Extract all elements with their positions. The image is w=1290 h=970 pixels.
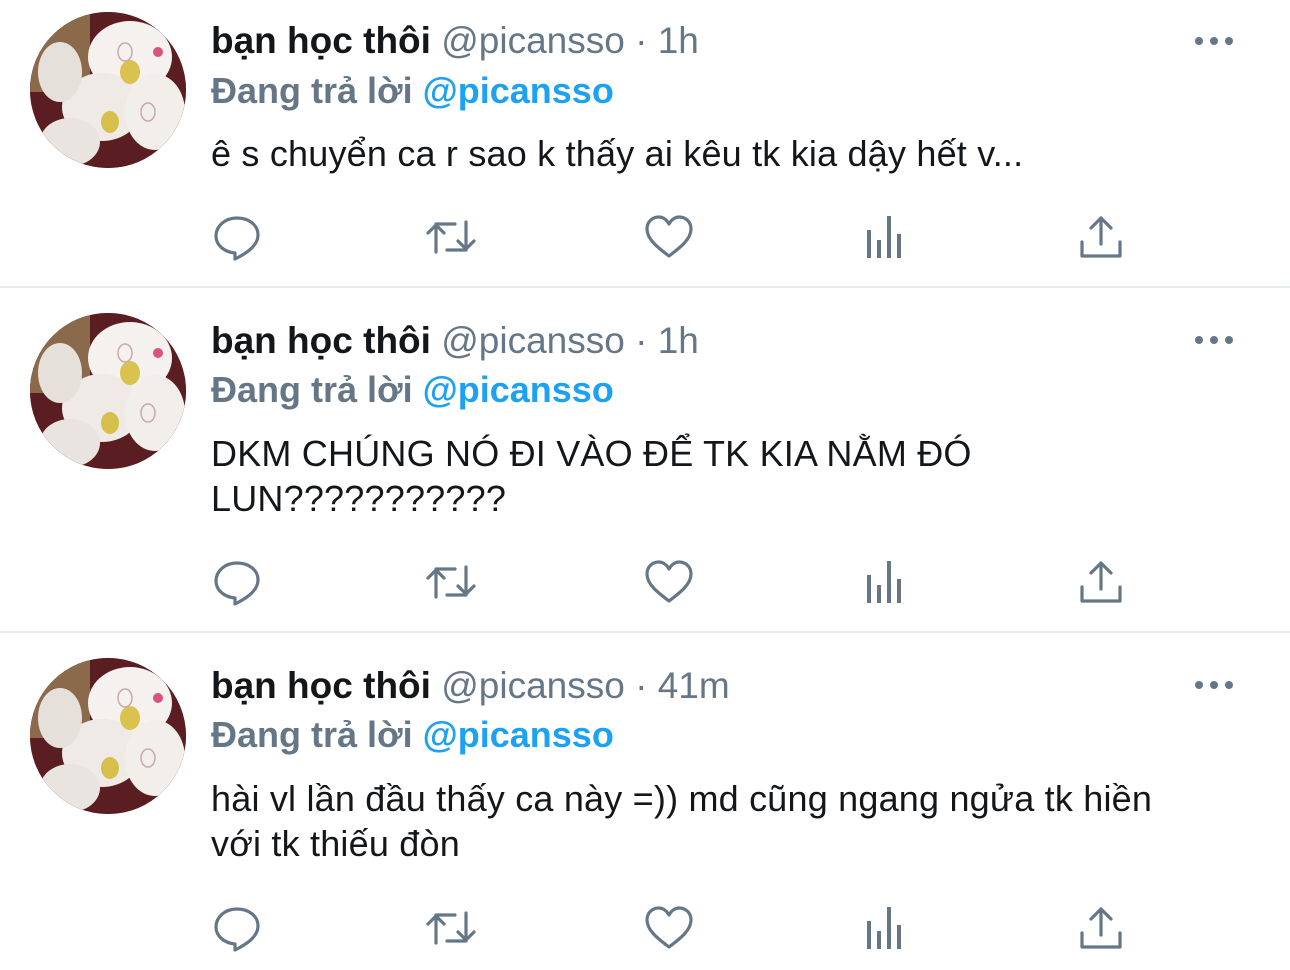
replying-to: Đang trả lời @picansso: [211, 710, 614, 760]
analytics-button[interactable]: [859, 557, 911, 607]
analytics-button[interactable]: [859, 903, 911, 953]
comment-bubble-icon: [214, 216, 260, 261]
more-options-button[interactable]: [1195, 34, 1235, 48]
reply-button[interactable]: [211, 903, 263, 953]
replying-label: Đang trả lời: [211, 714, 413, 755]
replying-mention[interactable]: @picansso: [423, 70, 614, 111]
share-button[interactable]: [1075, 212, 1127, 262]
share-upload-icon: [1080, 907, 1122, 949]
display-name[interactable]: bạn học thôi: [211, 320, 431, 361]
tweet-header: bạn học thôi @picansso · 1h: [211, 316, 1190, 366]
retweet-button[interactable]: [425, 212, 477, 262]
replying-label: Đang trả lời: [211, 70, 413, 111]
heart-outline-icon: [645, 215, 693, 258]
avatar[interactable]: [30, 12, 186, 168]
tweet[interactable]: bạn học thôi @picansso · 41m Đang trả lờ…: [0, 635, 1290, 970]
share-upload-icon: [1080, 216, 1122, 258]
avatar[interactable]: [30, 313, 186, 469]
three-dots-icon: [1195, 336, 1203, 344]
divider: [0, 631, 1290, 633]
share-button[interactable]: [1075, 903, 1127, 953]
tweet-header: bạn học thôi @picansso · 1h: [211, 16, 1190, 66]
display-name[interactable]: bạn học thôi: [211, 665, 431, 706]
replying-mention[interactable]: @picansso: [423, 714, 614, 755]
avatar[interactable]: [30, 658, 186, 814]
separator: ·: [635, 20, 648, 61]
user-handle[interactable]: @picansso: [441, 20, 625, 61]
timestamp[interactable]: 1h: [658, 20, 699, 61]
bar-chart-icon: [867, 561, 901, 603]
three-dots-icon: [1195, 681, 1203, 689]
retweet-button[interactable]: [425, 903, 477, 953]
share-upload-icon: [1080, 561, 1122, 603]
reply-button[interactable]: [211, 212, 263, 262]
divider: [0, 286, 1290, 288]
like-button[interactable]: [643, 903, 695, 953]
reply-button[interactable]: [211, 557, 263, 607]
analytics-button[interactable]: [859, 212, 911, 262]
retweet-arrows-icon: [426, 911, 476, 945]
retweet-button[interactable]: [425, 557, 477, 607]
bar-chart-icon: [867, 907, 901, 949]
tweet[interactable]: bạn học thôi @picansso · 1h Đang trả lời…: [0, 290, 1290, 633]
tweet-actions: [211, 557, 1131, 607]
retweet-arrows-icon: [426, 565, 476, 599]
tweet-text: DKM CHÚNG NÓ ĐI VÀO ĐỂ TK KIA NẰM ĐÓ LUN…: [211, 433, 972, 519]
like-button[interactable]: [643, 212, 695, 262]
more-options-button[interactable]: [1195, 678, 1235, 692]
three-dots-icon: [1195, 37, 1203, 45]
heart-outline-icon: [645, 560, 693, 603]
display-name[interactable]: bạn học thôi: [211, 20, 431, 61]
heart-outline-icon: [645, 906, 693, 949]
more-options-button[interactable]: [1195, 333, 1235, 347]
share-button[interactable]: [1075, 557, 1127, 607]
replying-to: Đang trả lời @picansso: [211, 365, 614, 415]
bar-chart-icon: [867, 216, 901, 258]
tweet-actions: [211, 212, 1131, 262]
tweet-text: hài vl lần đầu thấy ca này =)) md cũng n…: [211, 778, 1153, 864]
replying-to: Đang trả lời @picansso: [211, 66, 614, 116]
tweet-feed: bạn học thôi @picansso · 1h Đang trả lời…: [0, 0, 1290, 970]
tweet[interactable]: bạn học thôi @picansso · 1h Đang trả lời…: [0, 0, 1290, 288]
user-handle[interactable]: @picansso: [441, 320, 625, 361]
retweet-arrows-icon: [426, 220, 476, 254]
timestamp[interactable]: 41m: [658, 665, 730, 706]
replying-label: Đang trả lời: [211, 369, 413, 410]
like-button[interactable]: [643, 557, 695, 607]
tweet-actions: [211, 903, 1131, 953]
tweet-header: bạn học thôi @picansso · 41m: [211, 661, 1190, 711]
comment-bubble-icon: [214, 907, 260, 952]
separator: ·: [635, 665, 648, 706]
user-handle[interactable]: @picansso: [441, 665, 625, 706]
comment-bubble-icon: [214, 561, 260, 606]
separator: ·: [635, 320, 648, 361]
timestamp[interactable]: 1h: [658, 320, 699, 361]
tweet-text: ê s chuyển ca r sao k thấy ai kêu tk kia…: [211, 133, 1024, 174]
replying-mention[interactable]: @picansso: [423, 369, 614, 410]
